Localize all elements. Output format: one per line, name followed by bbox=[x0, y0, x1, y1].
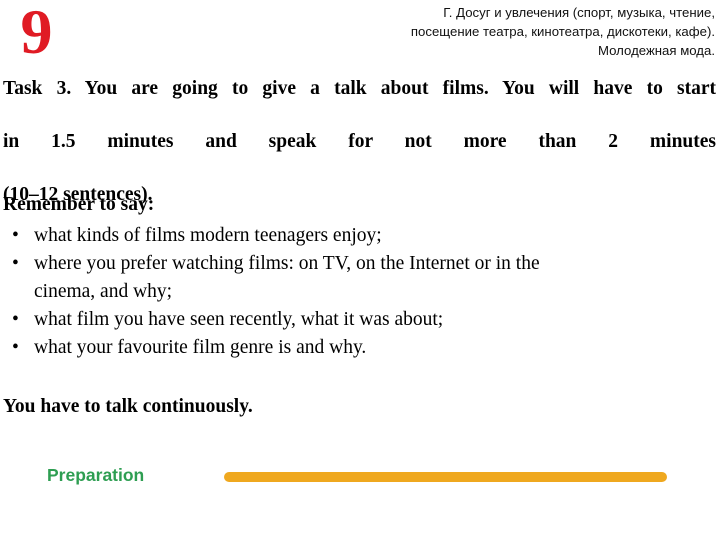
bullet-icon: • bbox=[12, 308, 19, 330]
topic-header-line-1: Г. Досуг и увлечения (спорт, музыка, чте… bbox=[443, 5, 715, 20]
slide-number: 9 bbox=[20, 0, 53, 67]
list-item: • what film you have seen recently, what… bbox=[3, 306, 703, 334]
list-item: • what your favourite film genre is and … bbox=[3, 334, 703, 362]
preparation-label: Preparation bbox=[47, 465, 145, 485]
topic-header: Г. Досуг и увлечения (спорт, музыка, чте… bbox=[295, 3, 715, 60]
remember-bullet-list: • what kinds of films modern teenagers e… bbox=[3, 222, 703, 362]
remember-to-say-heading: Remember to say: bbox=[3, 194, 155, 215]
bullet-text-2: where you prefer watching films: on TV, … bbox=[34, 250, 703, 305]
bullet-icon: • bbox=[12, 225, 19, 246]
bullet-text-2-line-1: where you prefer watching films: on TV, … bbox=[34, 253, 540, 274]
task-line-1: Task 3. You are going to give a talk abo… bbox=[3, 78, 716, 99]
bullet-text-4: what your favourite film genre is and wh… bbox=[34, 336, 367, 358]
task-instruction-paragraph: Task 3. You are going to give a talk abo… bbox=[3, 76, 716, 209]
list-item: • where you prefer watching films: on TV… bbox=[3, 250, 703, 305]
topic-header-line-2: посещение театра, кинотеатра, дискотеки,… bbox=[410, 24, 715, 39]
bullet-text-3: what film you have seen recently, what i… bbox=[34, 308, 444, 330]
topic-header-line-3: Молодежная мода. bbox=[598, 43, 715, 58]
task-line-2: in 1.5 minutes and speak for not more th… bbox=[3, 131, 716, 152]
list-item: • what kinds of films modern teenagers e… bbox=[3, 222, 703, 250]
bullet-text-2-line-2: cinema, and why; bbox=[34, 280, 173, 302]
bullet-text-1: what kinds of films modern teenagers enj… bbox=[34, 225, 382, 246]
bullet-icon: • bbox=[12, 336, 19, 358]
slide-canvas: 9 Г. Досуг и увлечения (спорт, музыка, ч… bbox=[0, 0, 720, 540]
talk-continuously-text: You have to talk continuously. bbox=[3, 396, 253, 417]
bullet-icon: • bbox=[12, 253, 19, 274]
preparation-progress-bar bbox=[224, 472, 667, 482]
